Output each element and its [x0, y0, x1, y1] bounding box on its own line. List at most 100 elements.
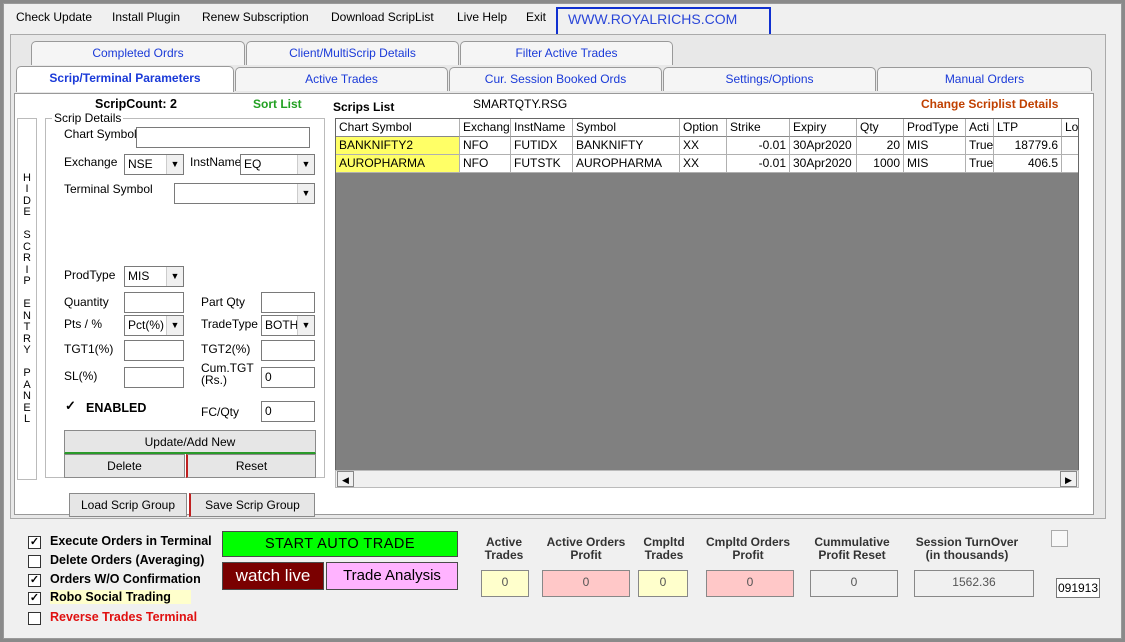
- grid-cell: 30Apr2020: [790, 137, 857, 155]
- grid-column-header[interactable]: Lo: [1062, 119, 1078, 137]
- grid-cell: XX: [680, 137, 727, 155]
- grid-column-header[interactable]: Qty: [857, 119, 904, 137]
- scroll-left-icon[interactable]: ◀: [337, 471, 354, 487]
- menu-install-plugin[interactable]: Install Plugin: [112, 10, 180, 24]
- chevron-down-icon: ▼: [166, 155, 183, 174]
- scroll-right-icon[interactable]: ▶: [1060, 471, 1077, 487]
- grid-cell: MIS: [904, 155, 966, 173]
- chart-symbol-label: Chart Symbol: [64, 127, 137, 141]
- option-checkbox[interactable]: ✓: [28, 536, 41, 549]
- pts-select[interactable]: Pct(%) ▼: [124, 315, 184, 336]
- stat-header-line2: Profit Reset: [818, 548, 886, 562]
- grid-column-header[interactable]: InstName: [511, 119, 573, 137]
- grid-column-header[interactable]: ProdType: [904, 119, 966, 137]
- menu-exit[interactable]: Exit: [526, 10, 546, 24]
- grid-cell: MIS: [904, 137, 966, 155]
- tab-scrip-terminal-parameters[interactable]: Scrip/Terminal Parameters: [16, 66, 234, 92]
- grid-column-header[interactable]: Exchang: [460, 119, 511, 137]
- tgt2-label: TGT2(%): [201, 342, 251, 356]
- grid-cell: AUROPHARMA: [336, 155, 460, 173]
- update-add-new-button[interactable]: Update/Add New: [64, 430, 316, 454]
- tab-active-trades[interactable]: Active Trades: [235, 67, 448, 91]
- tab-completed-ordrs[interactable]: Completed Ordrs: [31, 41, 245, 65]
- reset-button[interactable]: Reset: [186, 454, 316, 478]
- tgt2-input[interactable]: [261, 340, 315, 361]
- grid-column-header[interactable]: LTP: [994, 119, 1062, 137]
- partqty-input[interactable]: [261, 292, 315, 313]
- grid-column-header[interactable]: Chart Symbol: [336, 119, 460, 137]
- change-scriplist-link[interactable]: Change Scriplist Details: [921, 97, 1058, 111]
- chart-symbol-input[interactable]: [136, 127, 310, 148]
- hide-scrip-entry-panel-button[interactable]: HIDE SCRIP ENTRY PANEL: [17, 118, 37, 480]
- stat-header-line2: Profit: [732, 548, 764, 562]
- prodtype-value: MIS: [128, 269, 150, 283]
- option-label: Delete Orders (Averaging): [50, 553, 205, 567]
- tab-client-multiscrip[interactable]: Client/MultiScrip Details: [246, 41, 459, 65]
- grid-cell: 18779.6: [994, 137, 1062, 155]
- option-checkbox[interactable]: [28, 612, 41, 625]
- grid-cell: BANKNIFTY: [573, 137, 680, 155]
- option-label: Robo Social Trading: [50, 590, 191, 604]
- stat-header: Cmpltd Orders Profit: [700, 536, 796, 562]
- hide-panel-letter: S: [23, 229, 31, 241]
- grid-header-row: Chart Symbol Exchang InstName Symbol Option S…: [336, 119, 1078, 137]
- menu-check-update[interactable]: Check Update: [16, 10, 92, 24]
- trade-analysis-button[interactable]: Trade Analysis: [326, 562, 458, 590]
- stat-header-line2: Trades: [484, 548, 524, 562]
- sl-input[interactable]: [124, 367, 184, 388]
- stat-value: 1562.36: [914, 570, 1034, 597]
- enabled-checkbox[interactable]: ✓: [64, 399, 77, 413]
- menu-download-scriplist[interactable]: Download ScripList: [331, 10, 434, 24]
- sort-list-link[interactable]: Sort List: [253, 97, 302, 111]
- tgt1-input[interactable]: [124, 340, 184, 361]
- stat-header-line2: Trades: [644, 548, 684, 562]
- option-checkbox[interactable]: [28, 555, 41, 568]
- scrips-grid[interactable]: Chart Symbol Exchang InstName Symbol Option S…: [335, 118, 1079, 472]
- grid-column-header[interactable]: Symbol: [573, 119, 680, 137]
- grid-cell: BANKNIFTY2: [336, 137, 460, 155]
- cumtgt-input[interactable]: 0: [261, 367, 315, 388]
- grid-cell: 1000: [857, 155, 904, 173]
- stat-value: 0: [481, 570, 529, 597]
- tab-settings-options[interactable]: Settings/Options: [663, 67, 876, 91]
- grid-cell: 20: [857, 137, 904, 155]
- tgt1-label: TGT1(%): [64, 342, 114, 356]
- stat-header-line2: Profit: [570, 548, 602, 562]
- quantity-input[interactable]: [124, 292, 184, 313]
- save-scrip-group-button[interactable]: Save Scrip Group: [189, 493, 315, 517]
- grid-column-header[interactable]: Acti: [966, 119, 994, 137]
- exchange-select[interactable]: NSE ▼: [124, 154, 184, 175]
- chevron-down-icon: ▼: [297, 184, 314, 203]
- option-checkbox[interactable]: ✓: [28, 592, 41, 605]
- grid-horizontal-scrollbar[interactable]: ◀ ▶: [335, 470, 1079, 488]
- option-checkbox[interactable]: ✓: [28, 574, 41, 587]
- grid-column-header[interactable]: Option: [680, 119, 727, 137]
- menu-renew-subscription[interactable]: Renew Subscription: [202, 10, 309, 24]
- hide-panel-letter: Y: [23, 344, 31, 356]
- tab-cur-session-booked[interactable]: Cur. Session Booked Ords: [449, 67, 662, 91]
- small-indicator-box[interactable]: [1051, 530, 1068, 547]
- instname-select[interactable]: EQ ▼: [240, 154, 315, 175]
- fcqty-input[interactable]: 0: [261, 401, 315, 422]
- menu-live-help[interactable]: Live Help: [457, 10, 507, 24]
- prodtype-select[interactable]: MIS ▼: [124, 266, 184, 287]
- scrip-details-title: Scrip Details: [52, 111, 124, 125]
- grid-column-header[interactable]: Expiry: [790, 119, 857, 137]
- tab-manual-orders[interactable]: Manual Orders: [877, 67, 1092, 91]
- grid-column-header[interactable]: Strike: [727, 119, 790, 137]
- enabled-label: ENABLED: [86, 401, 147, 415]
- table-row[interactable]: BANKNIFTY2 NFO FUTIDX BANKNIFTY XX -0.01 30Apr…: [336, 137, 1078, 155]
- start-auto-trade-button[interactable]: START AUTO TRADE: [222, 531, 458, 557]
- chevron-down-icon: ▼: [166, 316, 183, 335]
- grid-cell: XX: [680, 155, 727, 173]
- watch-live-button[interactable]: watch live: [222, 562, 324, 590]
- table-row[interactable]: AUROPHARMA NFO FUTSTK AUROPHARMA XX -0.01 30Ap…: [336, 155, 1078, 173]
- hide-panel-letter: I: [25, 183, 29, 195]
- terminal-symbol-select[interactable]: ▼: [174, 183, 315, 204]
- delete-button[interactable]: Delete: [64, 454, 185, 478]
- grid-cell: -0.01: [727, 155, 790, 173]
- tab-filter-active-trades[interactable]: Filter Active Trades: [460, 41, 673, 65]
- load-scrip-group-button[interactable]: Load Scrip Group: [69, 493, 187, 517]
- tradetype-select[interactable]: BOTH ▼: [261, 315, 315, 336]
- terminal-symbol-label: Terminal Symbol: [64, 182, 153, 196]
